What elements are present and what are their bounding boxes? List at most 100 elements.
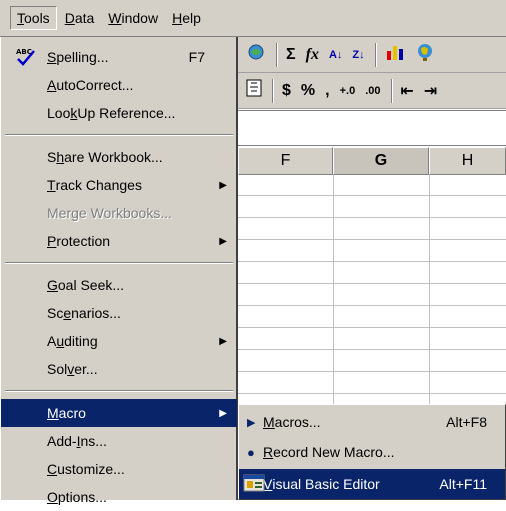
toolbar-separator [374,42,377,67]
protection-accel: P [47,233,57,249]
submenu-item-macros[interactable]: ▶ Macros... Alt+F8 [239,407,505,437]
merge-label: Merge Workbooks... [47,205,173,221]
merge-center-icon[interactable] [246,79,262,102]
share-accel: h [56,149,65,165]
spelling-label: pelling... [56,49,109,65]
scenarios-label-pre: Sc [47,305,64,321]
menu-item-options[interactable]: Options... [1,483,237,511]
grid-line [238,261,506,262]
macros-arrow-icon: ▶ [247,416,256,429]
menu-item-merge-workbooks: Merge Workbooks... [1,199,237,227]
menu-separator [5,262,233,264]
chart-wizard-icon[interactable] [385,43,405,66]
menu-data[interactable]: Data [59,7,101,29]
menu-item-scenarios[interactable]: Sc e narios... [1,299,237,327]
autosum-icon[interactable]: Σ [286,46,296,64]
menu-item-goal-seek[interactable]: Goal Seek... [1,271,237,299]
menu-item-add-ins[interactable]: Add- Ins... [1,427,237,455]
spelling-shortcut: F7 [188,49,205,65]
menu-item-solver[interactable]: Sol v er... [1,355,237,383]
menu-window-label: indow [121,10,159,26]
track-accel: T [47,177,56,193]
menu-item-track-changes[interactable]: Track Changes ▶ [1,171,237,199]
options-accel: O [47,489,58,505]
macros-accel: M [263,414,275,430]
macro-accel: M [47,405,59,421]
lookup-label-pre: Loo [47,105,71,121]
visual-basic-editor-icon [243,473,265,493]
tools-menu: ABC Spelling... F7 AutoCorrect... Loo k U… [0,37,238,505]
map-icon[interactable] [415,42,435,67]
decrease-indent-icon[interactable]: ⇤ [401,81,414,101]
menu-separator [5,390,233,392]
grid-line [238,327,506,328]
percent-style-icon[interactable]: % [301,82,315,100]
sort-descending-icon[interactable]: Z↓ [352,49,364,61]
menu-bar: Tools Data Window Help [0,0,506,37]
menu-item-auditing[interactable]: Au diting ▶ [1,327,237,355]
submenu-arrow-icon: ▶ [219,179,227,191]
menu-tools-accel: T [17,10,24,26]
formatting-toolbar: $ % , +.0 .00 ⇤ ⇥ [238,73,506,109]
auditing-label-post: diting [64,333,98,349]
menu-item-share-workbook[interactable]: Sh are Workbook... [1,143,237,171]
menu-help[interactable]: Help [166,7,207,29]
currency-style-icon[interactable]: $ [282,82,291,100]
formula-bar[interactable] [238,110,506,146]
autocorrect-accel: A [47,77,57,93]
track-label: rack Changes [55,177,142,193]
grid-line [238,349,506,350]
solver-label-pre: Sol [47,361,68,377]
menu-item-protection[interactable]: Protection ▶ [1,227,237,255]
customize-label: ustomize... [57,461,125,477]
goalseek-label: oal Seek... [57,277,125,293]
record-accel: R [263,444,274,460]
addins-label-pre: Add- [47,433,77,449]
submenu-item-visual-basic-editor[interactable]: Visual Basic Editor Alt+F11 [239,469,505,499]
menu-tools-label: ools [24,10,50,26]
sort-ascending-icon[interactable]: A↓ [329,49,342,61]
share-label-pre: S [47,149,57,165]
grid-line [238,305,506,306]
grid-line [238,195,506,196]
worksheet-grid[interactable] [238,175,506,405]
macro-submenu: ▶ Macros... Alt+F8 ● Record New Macro...… [238,404,506,500]
column-header-h[interactable]: H [429,147,506,175]
increase-indent-icon[interactable]: ⇥ [424,81,437,101]
menu-separator [5,134,233,136]
menu-tools[interactable]: Tools [10,6,57,30]
submenu-arrow-icon: ▶ [219,235,227,247]
macros-shortcut: Alt+F8 [446,414,487,430]
grid-line [238,393,506,394]
toolbar-separator [276,42,278,67]
increase-decimal-icon[interactable]: +.0 [340,85,356,97]
column-header-g[interactable]: G [333,147,429,175]
lookup-label-post: Up Reference... [77,105,176,121]
spelling-accel: S [47,49,57,65]
grid-line [238,283,506,284]
grid-line [238,239,506,240]
comma-style-icon[interactable]: , [325,82,329,100]
column-header-f[interactable]: F [238,147,333,175]
menu-item-macro[interactable]: Macro ▶ [1,399,237,427]
customize-accel: C [47,461,58,477]
solver-accel: v [67,361,75,377]
web-toolbar-icon[interactable] [246,42,266,67]
decrease-decimal-icon[interactable]: .00 [365,85,380,97]
menu-item-spelling[interactable]: ABC Spelling... F7 [1,43,237,71]
submenu-item-record-new-macro[interactable]: ● Record New Macro... [239,437,505,467]
paste-function-icon[interactable]: fx [306,46,319,64]
menu-help-label: elp [182,10,201,26]
grid-line [238,217,506,218]
menu-item-lookup-reference[interactable]: Loo k Up Reference... [1,99,237,127]
menu-item-customize[interactable]: Customize... [1,455,237,483]
toolbar-separator [390,78,393,103]
toolbar-separator [272,78,274,103]
lookup-accel: k [70,105,78,121]
menu-item-autocorrect[interactable]: AutoCorrect... [1,71,237,99]
scenarios-label-post: narios... [71,305,121,321]
record-label: ecord New Macro... [273,444,395,460]
vbe-shortcut: Alt+F11 [439,476,487,492]
share-label-post: are Workbook... [64,149,163,165]
menu-window[interactable]: Window [102,7,164,29]
